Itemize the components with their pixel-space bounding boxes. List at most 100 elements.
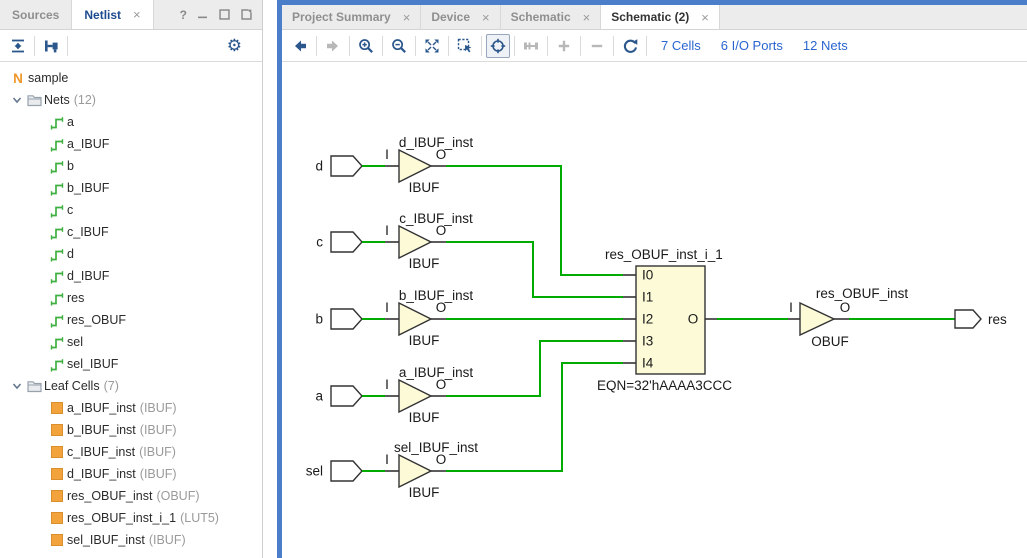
tree-row-sample[interactable]: Nsample [0,67,262,89]
schematic-drawing[interactable]: dIOd_IBUF_instIBUFcIOc_IBUF_instIBUFbIOb… [282,62,1027,557]
tree-row-d-ibuf-inst[interactable]: d_IBUF_inst(IBUF) [0,463,262,485]
zoom-out-button[interactable] [387,34,411,58]
tab-schematic[interactable]: Schematic× [501,5,602,29]
zoom-in-button[interactable] [354,34,378,58]
cell-res_OBUF_inst[interactable]: IOres_OBUF_instOBUF [788,286,908,349]
autofit-selection-button[interactable] [486,34,510,58]
tree-row-res-obuf[interactable]: res_OBUF [0,309,262,331]
settings-gear-icon[interactable]: ⚙ [227,37,242,54]
tree-row-res-obuf-inst[interactable]: res_OBUF_inst(OBUF) [0,485,262,507]
expand-cone-button[interactable] [519,34,543,58]
plus-button[interactable] [552,34,576,58]
zoom-selection-button[interactable] [453,34,477,58]
tree-row-sel[interactable]: sel [0,331,262,353]
tree-row-a[interactable]: a [0,111,262,133]
tree-item-label: d_IBUF [67,269,109,283]
caret-expanded-icon[interactable] [10,381,24,391]
buffer-shape[interactable] [800,303,834,335]
buffer-shape[interactable] [399,150,431,182]
buffer-shape[interactable] [399,226,431,258]
tree-row-c[interactable]: c [0,199,262,221]
tree-item-suffix: (LUT5) [180,511,219,525]
netlist-panel: SourcesNetlist×? ⚙ NsampleNets(12)aa_IBU… [0,0,263,558]
link-7-cells[interactable]: 7 Cells [661,38,701,53]
tab-label: Netlist [84,8,121,22]
autofit-selection-icon [490,38,506,54]
tree-row-b-ibuf[interactable]: b_IBUF [0,177,262,199]
tree-row-d[interactable]: d [0,243,262,265]
input-port-c[interactable] [331,232,362,252]
buffer-shape[interactable] [399,303,431,335]
minimize-icon[interactable] [196,8,209,21]
tree-row-c-ibuf[interactable]: c_IBUF [0,221,262,243]
tree-row-nets[interactable]: Nets(12) [0,89,262,111]
tree-item-label: a_IBUF_inst [67,401,136,415]
zoom-fit-button[interactable] [420,34,444,58]
close-tab-icon[interactable]: × [701,10,709,25]
toolbar-separator [349,36,350,56]
tree-item-label: d_IBUF_inst [67,467,136,481]
tree-row-leaf-cells[interactable]: Leaf Cells(7) [0,375,262,397]
collapse-all-button[interactable] [6,34,30,58]
tree-item-label: c [67,203,73,217]
panel-splitter[interactable] [263,0,277,558]
close-tab-icon[interactable]: × [403,10,411,25]
tree-row-sel-ibuf[interactable]: sel_IBUF [0,353,262,375]
toolbar-separator [67,36,68,56]
tree-row-a-ibuf-inst[interactable]: a_IBUF_inst(IBUF) [0,397,262,419]
minus-button[interactable] [585,34,609,58]
tab-netlist[interactable]: Netlist × [72,0,153,29]
folder-icon [27,94,42,107]
tab-device[interactable]: Device× [421,5,500,29]
tab-sources[interactable]: Sources [0,0,72,29]
tree-row-sel-ibuf-inst[interactable]: sel_IBUF_inst(IBUF) [0,529,262,551]
vivado-window: SourcesNetlist×? ⚙ NsampleNets(12)aa_IBU… [0,0,1027,558]
tree-item-label: Nets [44,93,70,107]
link-6-i-o-ports[interactable]: 6 I/O Ports [721,38,783,53]
refresh-button[interactable] [618,34,642,58]
hierarchy-button[interactable] [39,34,63,58]
close-tab-icon[interactable]: × [583,10,591,25]
input-port-b[interactable] [331,309,362,329]
close-tab-icon[interactable]: × [482,10,490,25]
tree-row-b-ibuf-inst[interactable]: b_IBUF_inst(IBUF) [0,419,262,441]
port-label: c [316,235,323,250]
schematic-canvas[interactable]: dIOd_IBUF_instIBUFcIOc_IBUF_instIBUFbIOb… [282,62,1027,558]
cell-icon [51,468,63,480]
back-arrow-button[interactable] [288,34,312,58]
pin-label-I0: I0 [642,268,653,283]
tree-row-b[interactable]: b [0,155,262,177]
tree-row-res[interactable]: res [0,287,262,309]
float-icon[interactable] [240,8,253,21]
output-port-res[interactable] [955,310,981,328]
input-port-sel[interactable] [331,461,362,481]
input-port-a[interactable] [331,386,362,406]
input-port-d[interactable] [331,156,362,176]
tree-row-c-ibuf-inst[interactable]: c_IBUF_inst(IBUF) [0,441,262,463]
pin-label-I: I [385,147,389,162]
port-label: d [315,159,323,174]
netlist-toolbar: ⚙ [0,30,262,62]
port-label: res [988,312,1007,327]
plus-icon [556,38,572,54]
toolbar-separator [481,36,482,56]
buffer-shape[interactable] [399,455,431,487]
tab-schematic-2-[interactable]: Schematic (2)× [601,5,720,29]
net-icon [50,247,64,262]
close-tab-icon[interactable]: × [133,7,141,22]
help-icon[interactable]: ? [180,8,187,22]
toolbar-separator [580,36,581,56]
tab-project-summary[interactable]: Project Summary× [282,5,421,29]
link-12-nets[interactable]: 12 Nets [803,38,848,53]
tab-label: Sources [12,8,59,22]
net-icon [50,115,64,130]
tree-row-d-ibuf[interactable]: d_IBUF [0,265,262,287]
net-icon [50,313,64,328]
forward-arrow-button[interactable] [321,34,345,58]
tree-row-res-obuf-inst-i-1[interactable]: res_OBUF_inst_i_1(LUT5) [0,507,262,529]
caret-expanded-icon[interactable] [10,95,24,105]
maximize-icon[interactable] [218,8,231,21]
tree-row-a-ibuf[interactable]: a_IBUF [0,133,262,155]
buffer-shape[interactable] [399,380,431,412]
toolbar-separator [514,36,515,56]
